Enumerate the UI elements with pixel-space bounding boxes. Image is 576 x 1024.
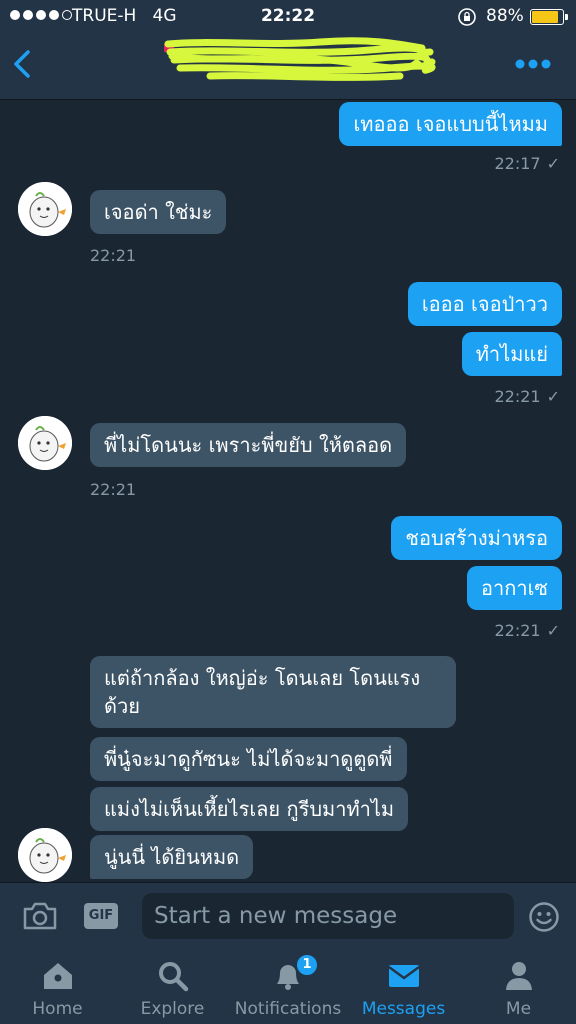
- message-bubble-received[interactable]: พี่ไม่โดนนะ เพราะพี่ขยับ ให้ตลอด: [90, 423, 407, 467]
- battery-percentage: 88%: [486, 6, 524, 26]
- message-thread[interactable]: เทอออ เจอแบบนี้ไหมม 22:17 ✓ เจอด่า ใช่มะ …: [0, 100, 576, 882]
- message-bubble-received[interactable]: แม่งไม่เห็นเหี้ยไรเลย กูรีบมาทำไม: [90, 787, 409, 831]
- message-timestamp: 22:21 ✓: [494, 621, 560, 640]
- message-text: ด้วย: [104, 694, 140, 718]
- avatar[interactable]: [18, 416, 72, 470]
- search-icon: [158, 962, 188, 992]
- tab-me[interactable]: Me: [461, 950, 576, 1024]
- gif-button[interactable]: GIF: [84, 903, 118, 929]
- message-text: แม่งไม่เห็นเหี้ยไรเลย กูรีบมาทำไม: [104, 797, 395, 821]
- avatar[interactable]: [18, 182, 72, 236]
- status-bar: TRUE-H 4G 22:22 88%: [0, 0, 576, 34]
- rotation-lock-icon: [458, 8, 476, 26]
- tab-label: Home: [32, 999, 83, 1019]
- sent-check-icon: ✓: [546, 387, 560, 406]
- chevron-left-icon[interactable]: [8, 44, 38, 84]
- message-bubble-received[interactable]: นู่นนี่ ได้ยินหมด: [90, 835, 254, 879]
- message-input[interactable]: [142, 893, 514, 939]
- message-bubble-sent[interactable]: อากาเซ: [467, 566, 562, 610]
- message-text: ทำไมแย่: [475, 342, 548, 366]
- message-text: อากาเซ: [481, 576, 548, 600]
- message-composer: GIF: [0, 882, 576, 950]
- cartoon-character-icon: [18, 416, 72, 470]
- tab-home[interactable]: Home: [0, 950, 115, 1024]
- redacted-contact-name: [164, 37, 436, 81]
- avatar[interactable]: [18, 828, 72, 882]
- tab-label: Notifications: [234, 999, 342, 1019]
- message-text: นู่นนี่ ได้ยินหมด: [104, 845, 240, 869]
- tab-explore[interactable]: Explore: [115, 950, 230, 1024]
- sent-check-icon: ✓: [546, 154, 560, 173]
- cartoon-character-icon: [18, 828, 72, 882]
- message-bubble-sent[interactable]: เอออ เจอป่าวว: [407, 282, 562, 326]
- sent-check-icon: ✓: [546, 621, 560, 640]
- message-bubble-received[interactable]: แต่ถ้ากล้อง ใหญ่อ่ะ โดนเลย โดนแรง ด้วย: [90, 656, 456, 728]
- notification-badge: 1: [296, 954, 318, 976]
- tab-label: Explore: [140, 999, 205, 1019]
- dm-conversation-screen: TRUE-H 4G 22:22 88% เทอออ เจอแบบนี้ไหมม …: [0, 0, 576, 1024]
- tab-label: Messages: [361, 999, 446, 1019]
- message-text: พี่นู๋จะมาดูกัซนะ ไม่ได้จะมาดูตูดพี่: [104, 747, 393, 771]
- camera-icon[interactable]: [22, 901, 58, 931]
- message-bubble-sent[interactable]: ชอบสร้างม่าหรอ: [391, 516, 562, 560]
- message-text: เอออ เจอป่าวว: [421, 292, 548, 316]
- home-icon: [43, 963, 72, 989]
- message-bubble-sent[interactable]: ทำไมแย่: [461, 332, 562, 376]
- message-bubble-received[interactable]: เจอด่า ใช่มะ: [90, 190, 227, 234]
- message-timestamp: 22:17 ✓: [494, 154, 560, 173]
- emoji-icon[interactable]: [528, 901, 560, 933]
- tab-label: Me: [505, 999, 532, 1019]
- message-text: แต่ถ้ากล้อง ใหญ่อ่ะ โดนเลย โดนแรง: [104, 666, 421, 690]
- person-icon: [505, 962, 532, 990]
- tab-bar: Home Explore 1 Notifications Messages Me: [0, 950, 576, 1024]
- message-text: พี่ไม่โดนนะ เพราะพี่ขยับ ให้ตลอด: [104, 433, 393, 457]
- message-text: เทอออ เจอแบบนี้ไหมม: [353, 112, 548, 136]
- battery-icon: [530, 9, 568, 25]
- more-dots-icon[interactable]: [510, 52, 556, 76]
- message-text: ชอบสร้างม่าหรอ: [405, 526, 548, 550]
- top-bar: TRUE-H 4G 22:22 88%: [0, 0, 576, 100]
- message-text: เจอด่า ใช่มะ: [104, 200, 213, 224]
- message-timestamp: 22:21: [90, 480, 137, 499]
- message-timestamp: 22:21: [90, 246, 137, 265]
- envelope-icon: [387, 965, 420, 987]
- message-bubble-sent[interactable]: เทอออ เจอแบบนี้ไหมม: [339, 102, 562, 146]
- cartoon-character-icon: [18, 182, 72, 236]
- tab-messages[interactable]: Messages: [346, 950, 461, 1024]
- message-timestamp: 22:21 ✓: [494, 387, 560, 406]
- tab-notifications[interactable]: 1 Notifications: [230, 950, 346, 1024]
- message-bubble-received[interactable]: พี่นู๋จะมาดูกัซนะ ไม่ได้จะมาดูตูดพี่: [90, 737, 407, 781]
